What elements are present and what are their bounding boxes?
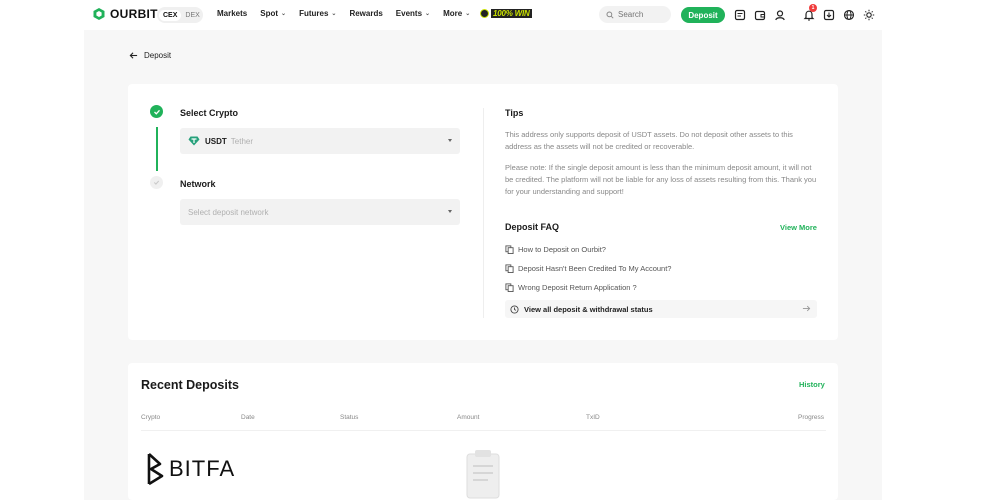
nav-futures-label: Futures <box>299 9 329 18</box>
back-link-label: Deposit <box>144 51 172 60</box>
history-link[interactable]: History <box>799 380 825 389</box>
usdt-tether-icon <box>188 136 200 146</box>
nav-spot[interactable]: Spot ⌄ <box>260 9 286 18</box>
search-icon <box>606 10 614 19</box>
coin-icon <box>480 9 489 18</box>
faq-item-label: Deposit Hasn't Been Credited To My Accou… <box>518 264 672 273</box>
selected-crypto-symbol: USDT <box>205 136 227 146</box>
crypto-select[interactable]: USDT Tether <box>180 128 460 154</box>
tips-paragraph-2: Please note: If the single deposit amoun… <box>505 163 817 196</box>
bitfa-watermark: BITFA <box>145 452 235 486</box>
col-header-date: Date <box>241 414 255 421</box>
table-header-divider <box>141 430 826 431</box>
faq-title: Deposit FAQ <box>505 222 560 232</box>
caret-down-icon <box>448 210 452 213</box>
nav-futures[interactable]: Futures ⌄ <box>299 9 336 18</box>
top-nav-bar: OURBIT CEX DEX Markets Spot ⌄ Futures ⌄ Re… <box>0 0 1000 30</box>
globe-icon[interactable] <box>843 8 855 21</box>
step-connector <box>156 127 158 171</box>
empty-state-document-icon <box>466 450 500 499</box>
notification-badge: 1 <box>809 4 817 12</box>
col-header-crypto: Crypto <box>141 414 161 421</box>
step-select-crypto-label: Select Crypto <box>180 108 239 118</box>
promo-badge-text: 100% WIN <box>491 9 532 18</box>
col-header-progress: Progress <box>798 414 825 421</box>
document-icon <box>505 283 514 292</box>
step-network-label: Network <box>180 179 216 189</box>
arrow-right-icon <box>802 305 811 312</box>
clock-icon <box>510 304 519 314</box>
logo[interactable]: OURBIT <box>92 7 158 21</box>
download-icon[interactable] <box>823 8 835 21</box>
recent-deposits-title: Recent Deposits <box>141 378 239 392</box>
back-link[interactable]: Deposit <box>129 51 171 60</box>
arrow-left-icon <box>129 52 138 59</box>
nav-events-label: Events <box>395 9 423 18</box>
faq-item-label: How to Deposit on Ourbit? <box>518 245 606 254</box>
chevron-down-icon: ⌄ <box>465 11 471 17</box>
nav-more-label: More <box>443 9 463 18</box>
chevron-down-icon: ⌄ <box>425 11 431 17</box>
chevron-down-icon: ⌄ <box>281 11 287 17</box>
faq-item-label: Wrong Deposit Return Application ? <box>518 283 637 292</box>
wallet-icon[interactable] <box>754 8 766 21</box>
vertical-divider <box>483 108 484 318</box>
user-icon[interactable] <box>774 8 786 21</box>
tips-title: Tips <box>505 108 524 118</box>
step-complete-check-icon <box>150 105 163 118</box>
bell-icon[interactable]: 1 <box>803 4 817 21</box>
faq-item[interactable]: How to Deposit on Ourbit? <box>505 245 606 254</box>
network-select[interactable]: Select deposit network <box>180 199 460 225</box>
caret-down-icon <box>448 139 452 142</box>
nav-events[interactable]: Events ⌄ <box>396 9 430 18</box>
nav-more[interactable]: More ⌄ <box>443 9 470 18</box>
toggle-cex[interactable]: CEX <box>159 9 182 21</box>
bitfa-watermark-text: BITFA <box>169 456 236 481</box>
ourbit-logo-icon <box>93 8 105 20</box>
nav-rewards-label: Rewards <box>349 9 383 18</box>
status-link-label: View all deposit & withdrawal status <box>524 304 653 314</box>
header-deposit-button[interactable]: Deposit <box>681 7 725 23</box>
cex-dex-toggle[interactable]: CEX DEX <box>157 7 203 23</box>
tips-paragraph-1: This address only supports deposit of US… <box>505 130 793 151</box>
search-input[interactable] <box>618 10 668 19</box>
nav-markets[interactable]: Markets <box>217 9 247 18</box>
theme-sun-icon[interactable] <box>863 8 875 21</box>
chevron-down-icon: ⌄ <box>331 11 337 17</box>
nav-rewards[interactable]: Rewards <box>349 9 382 18</box>
selected-crypto-name: Tether <box>230 136 254 146</box>
orders-icon[interactable] <box>734 8 746 21</box>
faq-view-more-link[interactable]: View More <box>780 223 817 232</box>
col-header-txid: TxID <box>586 414 600 421</box>
faq-item[interactable]: Wrong Deposit Return Application ? <box>505 283 637 292</box>
step-pending-check-icon <box>150 176 163 189</box>
main-nav: Markets Spot ⌄ Futures ⌄ Rewards Events ⌄ M… <box>217 9 483 18</box>
document-icon <box>505 245 514 254</box>
bitfa-logo-icon <box>147 453 164 486</box>
toggle-dex[interactable]: DEX <box>181 10 203 21</box>
logo-text: OURBIT <box>110 7 158 21</box>
faq-item[interactable]: Deposit Hasn't Been Credited To My Accou… <box>505 264 671 273</box>
search-box[interactable] <box>599 6 671 23</box>
nav-markets-label: Markets <box>217 9 248 18</box>
deposit-withdrawal-status-link[interactable]: View all deposit & withdrawal status <box>505 300 817 318</box>
col-header-status: Status <box>340 414 359 421</box>
col-header-amount: Amount <box>457 414 480 421</box>
nav-spot-label: Spot <box>260 9 279 18</box>
network-select-placeholder: Select deposit network <box>188 207 269 217</box>
document-icon <box>505 264 514 273</box>
promo-badge[interactable]: 100% WIN <box>480 9 532 18</box>
